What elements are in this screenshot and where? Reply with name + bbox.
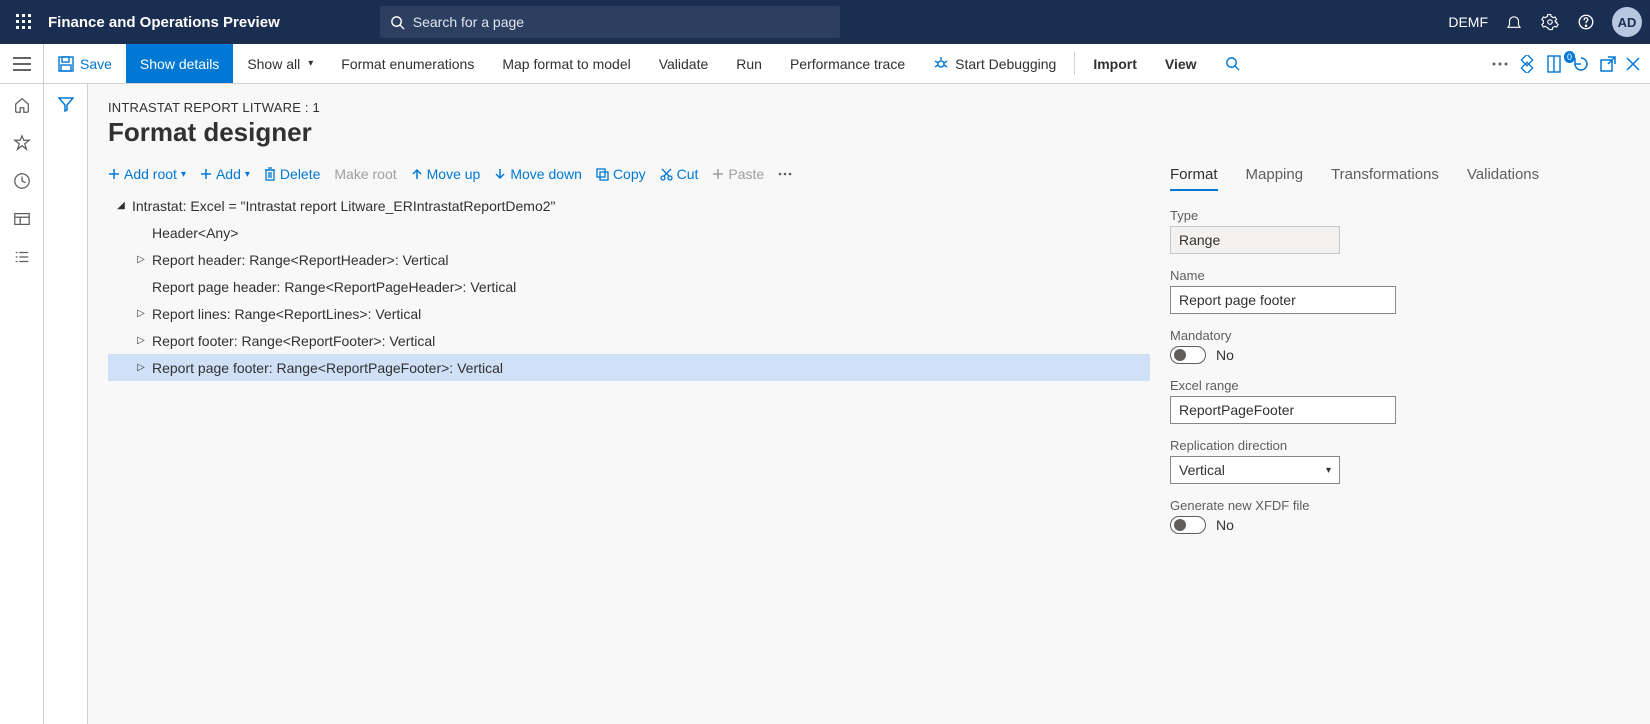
delete-button[interactable]: Delete <box>264 166 320 182</box>
excel-range-label: Excel range <box>1170 378 1630 393</box>
home-icon[interactable] <box>13 96 31 114</box>
collapse-icon[interactable]: ◢ <box>114 200 128 211</box>
app-title: Finance and Operations Preview <box>48 14 280 31</box>
validate-button[interactable]: Validate <box>645 44 723 83</box>
chevron-down-icon: ▾ <box>245 169 250 180</box>
filter-icon[interactable] <box>58 96 74 112</box>
chevron-down-icon: ▾ <box>1326 465 1331 476</box>
performance-trace-button[interactable]: Performance trace <box>776 44 919 83</box>
page-title: Format designer <box>108 117 1630 148</box>
tree-item-selected[interactable]: ▷ Report page footer: Range<ReportPageFo… <box>108 354 1150 381</box>
user-avatar[interactable]: AD <box>1612 7 1642 37</box>
format-enumerations-button[interactable]: Format enumerations <box>327 44 488 83</box>
tree-item[interactable]: ▷ Report lines: Range<ReportLines>: Vert… <box>108 300 1150 327</box>
tree-overflow-icon[interactable] <box>778 172 792 176</box>
nav-hamburger-icon[interactable] <box>0 44 44 83</box>
tree-item[interactable]: Header<Any> <box>108 219 1150 246</box>
notifications-icon[interactable] <box>1504 12 1524 32</box>
recent-icon[interactable] <box>13 172 31 190</box>
type-field: Range <box>1170 226 1340 254</box>
type-label: Type <box>1170 208 1630 223</box>
modules-icon[interactable] <box>13 248 31 266</box>
tab-format[interactable]: Format <box>1170 166 1218 191</box>
tree-label: Intrastat: Excel = "Intrastat report Lit… <box>132 198 556 214</box>
mandatory-value: No <box>1216 347 1234 363</box>
breadcrumb: INTRASTAT REPORT LITWARE : 1 <box>108 100 1630 115</box>
make-root-button: Make root <box>334 166 396 182</box>
tree-root[interactable]: ◢ Intrastat: Excel = "Intrastat report L… <box>108 192 1150 219</box>
expand-icon[interactable]: ▷ <box>134 308 148 319</box>
office-icon[interactable] <box>1546 55 1562 73</box>
name-label: Name <box>1170 268 1630 283</box>
mandatory-label: Mandatory <box>1170 328 1630 343</box>
save-button[interactable]: Save <box>44 44 126 83</box>
paste-button: Paste <box>712 166 764 182</box>
global-search[interactable]: Search for a page <box>380 6 840 38</box>
diamond-icon[interactable] <box>1518 55 1536 73</box>
view-button[interactable]: View <box>1151 44 1211 83</box>
tree-item[interactable]: ▷ Report header: Range<ReportHeader>: Ve… <box>108 246 1150 273</box>
copy-button[interactable]: Copy <box>596 166 646 182</box>
workspaces-icon[interactable] <box>13 210 31 228</box>
excel-range-field[interactable]: ReportPageFooter <box>1170 396 1396 424</box>
save-label: Save <box>80 56 112 72</box>
cut-button[interactable]: Cut <box>660 166 699 182</box>
favorites-icon[interactable] <box>13 134 31 152</box>
import-button[interactable]: Import <box>1079 44 1151 83</box>
xfdf-toggle[interactable] <box>1170 516 1206 534</box>
name-field[interactable]: Report page footer <box>1170 286 1396 314</box>
add-root-button[interactable]: Add root▾ <box>108 166 186 182</box>
close-icon[interactable] <box>1626 57 1640 71</box>
tree-item[interactable]: Report page header: Range<ReportPageHead… <box>108 273 1150 300</box>
search-commands-button[interactable] <box>1211 44 1254 83</box>
search-placeholder: Search for a page <box>413 14 524 30</box>
replication-select[interactable]: Vertical ▾ <box>1170 456 1340 484</box>
tree-label: Header<Any> <box>152 225 238 241</box>
start-debugging-button[interactable]: Start Debugging <box>919 44 1070 83</box>
show-details-button[interactable]: Show details <box>126 44 233 83</box>
tree-label: Report page footer: Range<ReportPageFoot… <box>152 360 503 376</box>
overflow-icon[interactable] <box>1492 62 1508 66</box>
expand-icon[interactable]: ▷ <box>134 335 148 346</box>
run-button[interactable]: Run <box>722 44 776 83</box>
expand-icon[interactable]: ▷ <box>134 362 148 373</box>
tab-transformations[interactable]: Transformations <box>1331 166 1439 191</box>
tree-item[interactable]: ▷ Report footer: Range<ReportFooter>: Ve… <box>108 327 1150 354</box>
chevron-down-icon: ▾ <box>181 169 186 180</box>
tree-label: Report lines: Range<ReportLines>: Vertic… <box>152 306 421 322</box>
tree-label: Report footer: Range<ReportFooter>: Vert… <box>152 333 435 349</box>
move-up-button[interactable]: Move up <box>411 166 481 182</box>
xfdf-label: Generate new XFDF file <box>1170 498 1630 513</box>
replication-label: Replication direction <box>1170 438 1630 453</box>
settings-icon[interactable] <box>1540 12 1560 32</box>
help-icon[interactable] <box>1576 12 1596 32</box>
mandatory-toggle[interactable] <box>1170 346 1206 364</box>
tree-label: Report page header: Range<ReportPageHead… <box>152 279 516 295</box>
xfdf-value: No <box>1216 517 1234 533</box>
tab-validations[interactable]: Validations <box>1467 166 1539 191</box>
move-down-button[interactable]: Move down <box>494 166 582 182</box>
map-format-button[interactable]: Map format to model <box>488 44 644 83</box>
search-icon <box>390 15 405 30</box>
expand-icon[interactable]: ▷ <box>134 254 148 265</box>
format-tree[interactable]: ◢ Intrastat: Excel = "Intrastat report L… <box>108 192 1150 381</box>
company-code[interactable]: DEMF <box>1448 14 1488 30</box>
chevron-down-icon: ▾ <box>308 58 313 69</box>
add-button[interactable]: Add▾ <box>200 166 250 182</box>
tree-label: Report header: Range<ReportHeader>: Vert… <box>152 252 449 268</box>
show-all-button[interactable]: Show all▾ <box>233 44 327 83</box>
refresh-badge: 0 <box>1564 51 1575 63</box>
popout-icon[interactable] <box>1600 56 1616 72</box>
tab-mapping[interactable]: Mapping <box>1246 166 1304 191</box>
app-launcher-icon[interactable] <box>8 6 40 38</box>
refresh-icon[interactable]: 0 <box>1572 55 1590 73</box>
